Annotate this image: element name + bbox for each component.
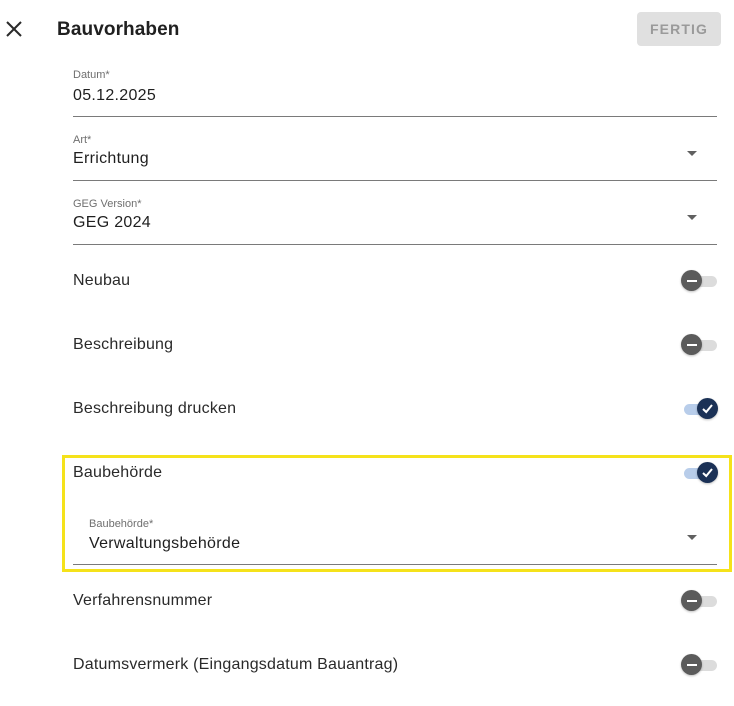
datum-field[interactable]: Datum* 05.12.2025 (73, 66, 717, 117)
close-icon (6, 21, 22, 37)
done-button[interactable]: FERTIG (637, 12, 721, 46)
dialog-title: Bauvorhaben (57, 19, 180, 40)
minus-icon (686, 599, 697, 602)
art-select-value: Errichtung (73, 150, 149, 167)
baubehoerde-toggle-label: Baubehörde (73, 464, 163, 481)
minus-icon (686, 343, 697, 346)
geg-version-select[interactable]: GEG Version* GEG 2024 (73, 194, 717, 245)
verfahrensnummer-toggle[interactable] (681, 590, 718, 612)
minus-icon (686, 279, 697, 282)
datumsvermerk-toggle[interactable] (681, 654, 718, 676)
datum-field-value: 05.12.2025 (73, 87, 157, 104)
check-icon (702, 404, 713, 414)
check-icon (702, 468, 713, 478)
baubehoerde-select-label: Baubehörde* (89, 518, 154, 530)
chevron-down-icon (687, 215, 697, 220)
neubau-toggle[interactable] (681, 270, 718, 292)
chevron-down-icon (687, 151, 697, 156)
art-select-label: Art* (73, 134, 92, 146)
minus-icon (686, 663, 697, 666)
beschreibung-drucken-label: Beschreibung drucken (73, 400, 237, 417)
verfahrensnummer-label: Verfahrensnummer (73, 592, 213, 609)
geg-version-select-value: GEG 2024 (73, 214, 152, 231)
geg-version-select-label: GEG Version* (73, 198, 142, 210)
bauvorhaben-dialog: Bauvorhaben FERTIG Datum* 05.12.2025 Art… (0, 0, 734, 706)
baubehoerde-select-value: Verwaltungsbehörde (89, 535, 241, 552)
chevron-down-icon (687, 535, 697, 540)
baubehoerde-toggle[interactable] (681, 462, 718, 484)
beschreibung-toggle[interactable] (681, 334, 718, 356)
baubehoerde-select[interactable]: Baubehörde* Verwaltungsbehörde (73, 514, 717, 565)
datum-field-label: Datum* (73, 69, 110, 81)
close-button[interactable] (4, 19, 24, 39)
art-select[interactable]: Art* Errichtung (73, 130, 717, 181)
beschreibung-drucken-toggle[interactable] (681, 398, 718, 420)
neubau-label: Neubau (73, 272, 131, 289)
beschreibung-label: Beschreibung (73, 336, 174, 353)
datumsvermerk-label: Datumsvermerk (Eingangsdatum Bauantrag) (73, 656, 399, 673)
